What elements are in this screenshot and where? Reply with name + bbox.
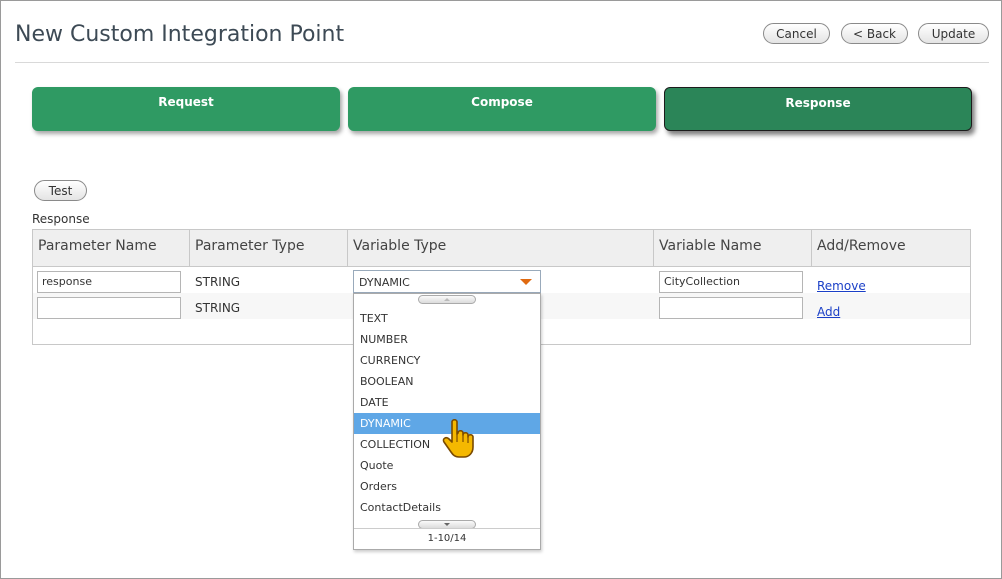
dropdown-option-number[interactable]: NUMBER bbox=[354, 329, 540, 350]
page-title: New Custom Integration Point bbox=[15, 22, 345, 47]
parameter-type-value: STRING bbox=[195, 301, 241, 315]
dropdown-option-text[interactable]: TEXT bbox=[354, 308, 540, 329]
hand-cursor-icon bbox=[442, 418, 474, 458]
tab-request[interactable]: Request bbox=[32, 87, 340, 131]
variable-name-input[interactable]: CityCollection bbox=[659, 271, 803, 293]
remove-link[interactable]: Remove bbox=[817, 279, 866, 293]
update-button[interactable]: Update bbox=[918, 23, 989, 44]
header-divider bbox=[15, 62, 989, 63]
add-link[interactable]: Add bbox=[817, 305, 840, 319]
dropdown-option-boolean[interactable]: BOOLEAN bbox=[354, 371, 540, 392]
dropdown-option-contactdetails[interactable]: ContactDetails bbox=[354, 497, 540, 518]
scroll-up-button[interactable] bbox=[418, 295, 476, 304]
parameter-type-value: STRING bbox=[195, 275, 241, 289]
variable-type-select[interactable]: DYNAMIC bbox=[353, 270, 541, 293]
section-label: Response bbox=[32, 212, 90, 226]
column-header-parameter-type: Parameter Type bbox=[190, 230, 348, 267]
chevron-up-icon bbox=[444, 298, 450, 301]
column-header-variable-name: Variable Name bbox=[654, 230, 812, 267]
dropdown-option-orders[interactable]: Orders bbox=[354, 476, 540, 497]
chevron-down-icon bbox=[444, 523, 450, 526]
tab-response[interactable]: Response bbox=[664, 87, 972, 131]
column-header-add-remove: Add/Remove bbox=[812, 230, 970, 267]
variable-name-input[interactable] bbox=[659, 297, 803, 319]
window: New Custom Integration Point Cancel < Ba… bbox=[0, 0, 1002, 579]
test-button[interactable]: Test bbox=[34, 180, 87, 201]
back-button[interactable]: < Back bbox=[841, 23, 908, 44]
dropdown-option-currency[interactable]: CURRENCY bbox=[354, 350, 540, 371]
parameter-name-input[interactable] bbox=[37, 297, 181, 319]
column-header-parameter-name: Parameter Name bbox=[33, 230, 190, 267]
chevron-down-icon[interactable] bbox=[520, 279, 532, 285]
column-header-variable-type: Variable Type bbox=[348, 230, 654, 267]
tab-compose[interactable]: Compose bbox=[348, 87, 656, 131]
variable-type-selected-value: DYNAMIC bbox=[359, 276, 410, 289]
parameter-name-input[interactable]: response bbox=[37, 271, 181, 293]
cancel-button[interactable]: Cancel bbox=[763, 23, 830, 44]
dropdown-option-date[interactable]: DATE bbox=[354, 392, 540, 413]
dropdown-pager: 1-10/14 bbox=[354, 528, 540, 549]
